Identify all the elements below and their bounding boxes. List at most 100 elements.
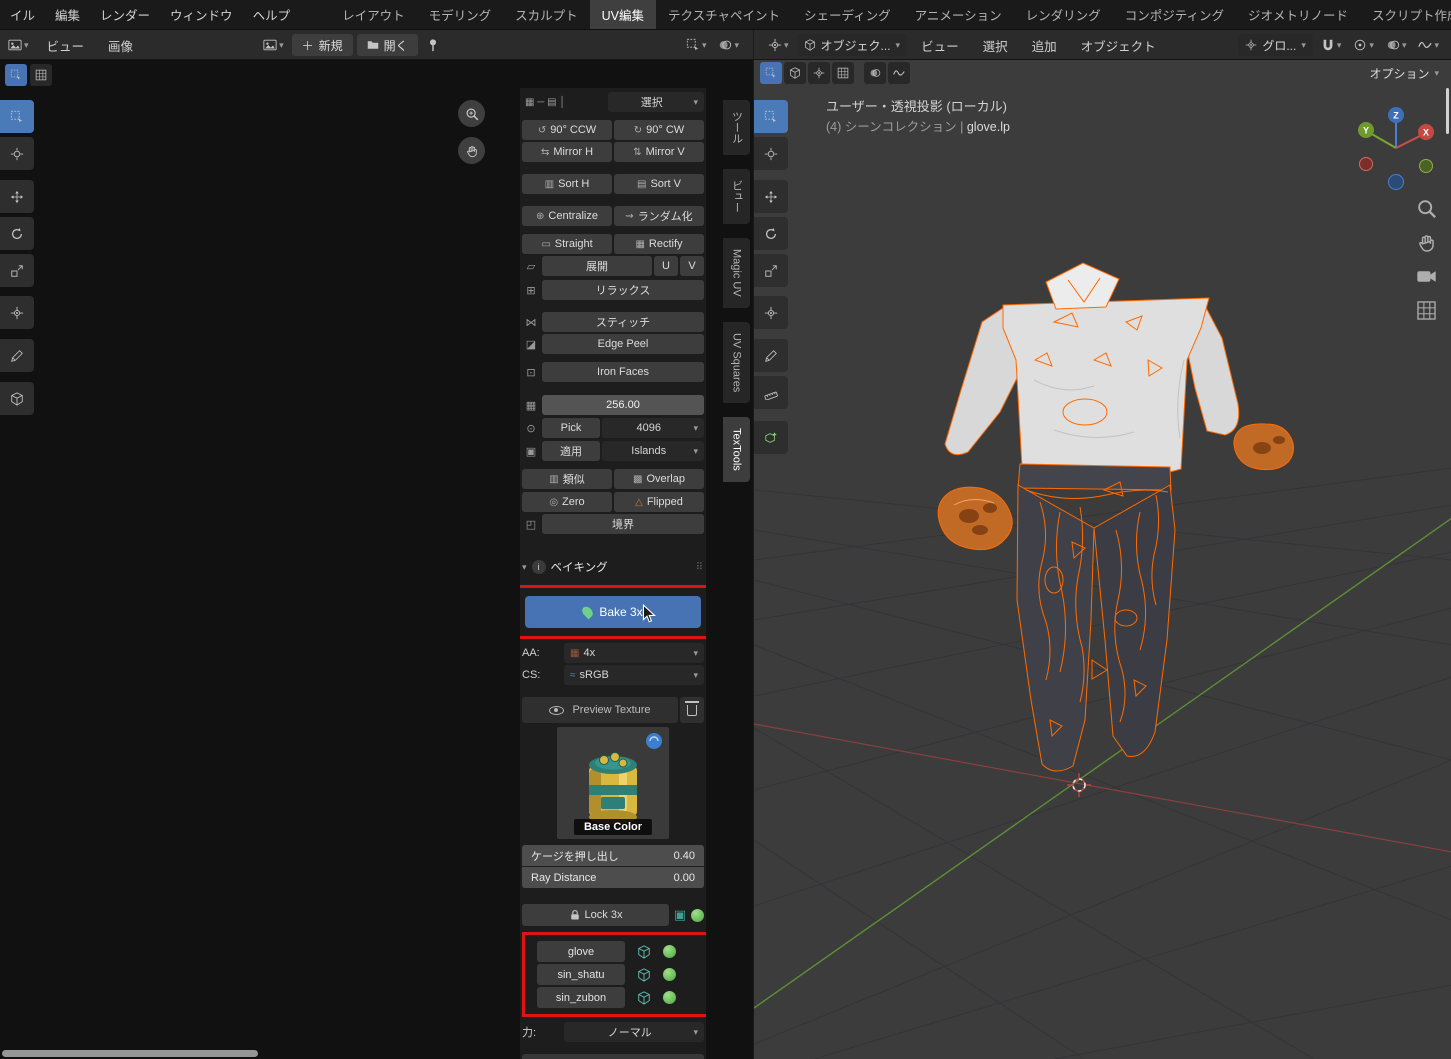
preview-texture-button[interactable]: Preview Texture <box>522 697 678 723</box>
texel-size-field[interactable]: 256.00 <box>542 395 704 415</box>
zoom-icon[interactable] <box>1416 198 1437 219</box>
pan-hand-icon[interactable] <box>1416 232 1437 253</box>
viewport-options-dropdown[interactable]: オプション ▾ <box>1369 65 1439 82</box>
tab-textools[interactable]: TexTools <box>723 417 750 482</box>
relax-button[interactable]: リラックス <box>542 280 704 300</box>
viewport-scrollbar[interactable] <box>1446 88 1449 134</box>
open-image-button[interactable]: 開く <box>356 34 418 56</box>
uv-vertex-select-button[interactable] <box>5 64 27 86</box>
uv-editor-area[interactable]: ▦ ─ ▤ │ 選択 ▾ ↺ 90° CCW ↻ 90° CW ⇆ Mirror H ⇅… <box>0 60 753 1059</box>
stitch-button[interactable]: スティッチ <box>542 312 704 332</box>
similar-button[interactable]: ▥ 類似 <box>522 469 612 489</box>
vp-select-mode-tweak[interactable] <box>760 62 782 84</box>
uv-tool-rotate[interactable] <box>0 217 34 250</box>
uv-menu-image[interactable]: 画像 <box>98 36 143 55</box>
iron-faces-button[interactable]: Iron Faces <box>542 362 704 382</box>
tab-magic-uv[interactable]: Magic UV <box>723 238 750 308</box>
texture-preview[interactable]: Base Color <box>557 727 669 839</box>
uv-select-mode-dropdown[interactable]: ▾ <box>682 35 711 55</box>
layout-tools-icons[interactable]: ▦ ─ ▤ │ <box>522 97 566 108</box>
image-browse-selector[interactable]: ▾ <box>259 35 288 55</box>
uv-pan-button[interactable] <box>458 137 485 164</box>
unwrap-v-button[interactable]: V <box>680 256 704 276</box>
mirror-h-button[interactable]: ⇆ Mirror H <box>522 142 612 162</box>
pick-button[interactable]: Pick <box>542 418 600 438</box>
workspace-tab-modeling[interactable]: モデリング <box>417 0 504 29</box>
menu-help[interactable]: ヘルプ <box>243 5 301 24</box>
menu-render[interactable]: レンダー <box>90 5 160 24</box>
uv-tool-select-box[interactable] <box>0 100 34 133</box>
cage-extrusion-slider[interactable]: ケージを押し出し 0.40 <box>522 845 704 866</box>
vp-tool-move[interactable] <box>754 180 788 213</box>
workspace-tab-shading[interactable]: シェーディング <box>792 0 903 29</box>
workspace-tab-rendering[interactable]: レンダリング <box>1014 0 1113 29</box>
select-dropdown[interactable]: 選択 ▾ <box>608 92 704 112</box>
camera-view-icon[interactable] <box>1416 266 1437 287</box>
uv-zoom-button[interactable] <box>458 100 485 127</box>
vp-tool-rotate[interactable] <box>754 217 788 250</box>
uv-overlay-dropdown[interactable]: ▾ <box>714 35 743 55</box>
viewport-shading-dropdown[interactable]: ▾ <box>1414 35 1443 55</box>
vp-menu-add[interactable]: 追加 <box>1022 36 1067 55</box>
unwrap-u-button[interactable]: U <box>654 256 678 276</box>
uv-tool-sample[interactable] <box>0 382 34 415</box>
vp-tool-add-cube[interactable] <box>754 421 788 454</box>
object-glove-button[interactable]: glove <box>537 941 625 962</box>
viewport-editor-type-selector[interactable]: ▾ <box>764 35 793 55</box>
object-sin-shatu-button[interactable]: sin_shatu <box>537 964 625 985</box>
sort-v-button[interactable]: ▤ Sort V <box>614 174 704 194</box>
bake-button[interactable]: Bake 3x <box>525 596 701 628</box>
menu-window[interactable]: ウィンドウ <box>160 5 243 24</box>
straight-button[interactable]: ▭ Straight <box>522 234 612 254</box>
vp-menu-view[interactable]: ビュー <box>911 36 969 55</box>
sort-h-button[interactable]: ▥ Sort H <box>522 174 612 194</box>
baking-section-header[interactable]: ▾ i ベイキング ⠿ <box>522 556 704 578</box>
overlap-button[interactable]: ▩ Overlap <box>614 469 704 489</box>
vp-select-mode-lasso[interactable] <box>832 62 854 84</box>
object-sin-zubon-button[interactable]: sin_zubon <box>537 987 625 1008</box>
workspace-tab-compositing[interactable]: コンポジティング <box>1113 0 1236 29</box>
rectify-button[interactable]: ▦ Rectify <box>614 234 704 254</box>
new-image-button[interactable]: ＋新規 <box>291 34 353 56</box>
lock-3x-button[interactable]: Lock 3x <box>522 904 669 926</box>
randomize-button[interactable]: ⇝ ランダム化 <box>614 206 704 226</box>
apply-button[interactable]: 適用 <box>542 441 600 461</box>
vp-select-mode-box[interactable] <box>784 62 806 84</box>
uv-tool-annotate[interactable] <box>0 339 34 372</box>
tab-uv-squares[interactable]: UV Squares <box>723 321 750 403</box>
menu-edit[interactable]: 編集 <box>45 5 90 24</box>
vp-menu-object[interactable]: オブジェクト <box>1071 36 1166 55</box>
aa-dropdown[interactable]: ▦ 4x ▾ <box>564 643 704 663</box>
viewport-3d[interactable]: オプション ▾ ユーザー・透視投影 (ローカル) (4) シーンコレクション | … <box>753 60 1451 1059</box>
navigation-gizmo[interactable]: Z Y X <box>1350 102 1442 199</box>
rotate-ccw-button[interactable]: ↺ 90° CCW <box>522 120 612 140</box>
delete-preview-button[interactable] <box>680 697 704 723</box>
vp-tool-cursor[interactable] <box>754 137 788 170</box>
uv-editor-type-selector[interactable]: ▾ <box>4 35 33 55</box>
mode-dropdown[interactable]: オブジェク... ▾ <box>796 34 908 56</box>
workspace-tab-animation[interactable]: アニメーション <box>903 0 1014 29</box>
boundary-button[interactable]: 境界 <box>542 514 704 534</box>
unwrap-button[interactable]: 展開 <box>542 256 652 276</box>
rotate-cw-button[interactable]: ↻ 90° CW <box>614 120 704 140</box>
vp-tool-measure[interactable] <box>754 376 788 409</box>
uv-tool-move[interactable] <box>0 180 34 213</box>
viewport-overlays-toggle[interactable]: ▾ <box>1382 35 1411 55</box>
uv-menu-view[interactable]: ビュー <box>37 36 95 55</box>
workspace-tab-texture-paint[interactable]: テクスチャペイント <box>656 0 792 29</box>
apply-mode-dropdown[interactable]: Islands ▾ <box>602 441 704 461</box>
cs-dropdown[interactable]: ≈ sRGB ▾ <box>564 665 704 685</box>
workspace-tab-sculpting[interactable]: スカルプト <box>503 0 590 29</box>
edge-peel-button[interactable]: Edge Peel <box>542 334 704 354</box>
uv-tool-cursor[interactable] <box>0 137 34 170</box>
menu-file[interactable]: イル <box>0 5 45 24</box>
texture-size-dropdown[interactable]: 4096 ▾ <box>602 418 704 438</box>
vp-tool-scale[interactable] <box>754 254 788 287</box>
proportional-edit-toggle[interactable]: ▾ <box>1349 35 1378 55</box>
mirror-v-button[interactable]: ⇅ Mirror V <box>614 142 704 162</box>
vp-select-mode-circle[interactable] <box>808 62 830 84</box>
flipped-button[interactable]: △ Flipped <box>614 492 704 512</box>
workspace-tab-geometry-nodes[interactable]: ジオメトリノード <box>1236 0 1360 29</box>
centralize-button[interactable]: ⊕ Centralize <box>522 206 612 226</box>
workspace-tab-uv-editing[interactable]: UV編集 <box>589 0 656 29</box>
